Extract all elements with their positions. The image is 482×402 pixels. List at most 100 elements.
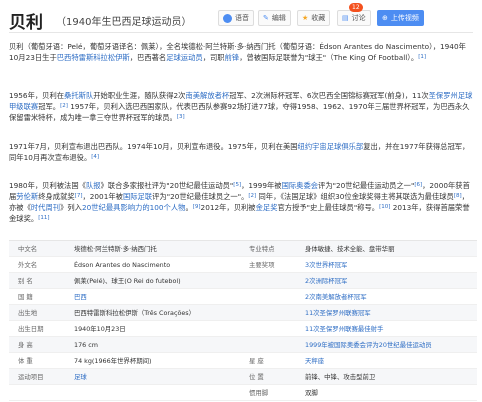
paragraph-text: 评为"20世纪最佳球员之一"。 — [152, 192, 249, 201]
citation-link[interactable]: [4] — [91, 154, 99, 160]
paragraph-text: 》联合多家报社评为"20世纪最佳运动员" — [100, 181, 234, 190]
citation-link[interactable]: [5] — [233, 182, 241, 188]
article-link[interactable]: 劳伦斯 — [16, 192, 38, 201]
infobox-key: 别 名 — [18, 277, 33, 285]
infobox-row: 别 名 佩莱(Pelé)、球王(O Rei do futebol) 2次洲际杯冠军 — [9, 273, 477, 289]
paragraph-text: ，曾被国际足联誉为"球王"（The King Of Football）。 — [239, 53, 419, 62]
edit-label: 编辑 — [271, 14, 286, 22]
infobox-value[interactable]: 11次圣保罗州联赛冠军 — [305, 308, 477, 317]
paragraph-text: ，1999年被 — [241, 181, 282, 190]
article-link[interactable]: 足球运动员 — [166, 53, 202, 62]
article-link[interactable]: 南美解放者杯 — [185, 91, 229, 100]
infobox-value: 佩莱(Pelé)、球王(O Rei do futebol) — [74, 277, 181, 285]
speaker-icon — [223, 13, 232, 23]
infobox-value: 1940年10月23日 — [74, 325, 126, 333]
infobox-key: 位 置 — [249, 373, 264, 381]
favorite-button[interactable]: ★ 收藏 — [297, 10, 331, 26]
infobox-key: 出生地 — [18, 309, 38, 317]
article-link[interactable]: 前锋 — [225, 53, 240, 62]
paragraph-text: 》列入 — [60, 203, 82, 212]
article-link[interactable]: 金足奖 — [256, 203, 278, 212]
infobox-row: 运动项目 足球位 置 前锋、中锋、攻击型前卫 — [9, 369, 477, 385]
article-link[interactable]: 国际足联 — [123, 192, 152, 201]
infobox-value: 前锋、中锋、攻击型前卫 — [305, 373, 376, 381]
citation-link[interactable]: [3] — [177, 114, 185, 120]
paragraph-text: 。 — [185, 203, 193, 212]
infobox-key: 中文名 — [18, 245, 38, 253]
paragraph-text: 终身成就奖 — [38, 192, 75, 201]
paragraph-text: 冠军。 — [38, 102, 61, 111]
infobox-key: 惯用脚 — [249, 389, 269, 397]
infobox-row: 中文名 埃德松·阿兰特斯·多·纳西门托 专业特点 身体敏捷、技术全能、盘带华丽 — [9, 241, 477, 257]
infobox-value[interactable]: 足球 — [74, 372, 249, 381]
plus-icon: ⊕ — [382, 14, 388, 22]
paragraph-text: ，司职 — [202, 53, 225, 62]
infobox-value[interactable]: 1999年被国际奥委会评为20世纪最佳运动员 — [305, 340, 477, 349]
discuss-count-badge: 12 — [349, 3, 363, 12]
citation-link[interactable]: [1] — [418, 54, 426, 60]
citation-link[interactable]: [8] — [454, 193, 462, 199]
paragraph-text: 1980年，贝利被法国《 — [9, 181, 86, 190]
infobox-row: 外文名 Édson Arantes do Nascimento 主要奖项 3次世界杯冠… — [9, 257, 477, 273]
paragraph-text: 评为"20世纪最佳运动员之一" — [318, 181, 415, 190]
paragraph-text: 冠军、2次洲际杯冠军、6次巴西全国锦标赛冠军(前身)，11次 — [229, 91, 429, 100]
infobox-value[interactable]: 2次洲际杯冠军 — [305, 276, 477, 285]
infobox-row: 惯用脚 双脚 — [9, 385, 477, 401]
voice-label: 语音 — [235, 14, 249, 22]
infobox-key: 主要奖项 — [249, 261, 275, 269]
infobox-value: 巴西特雷斯科拉松伊斯（Três Corações） — [74, 309, 196, 317]
infobox-value: 双脚 — [305, 389, 318, 397]
citation-link[interactable]: [2] — [60, 103, 68, 109]
paragraph-text: 2012年，贝利被 — [200, 203, 256, 212]
infobox-row: 出生地 巴西特雷斯科拉松伊斯（Três Corações） 11次圣保罗州联赛冠军 — [9, 305, 477, 321]
edit-button[interactable]: ✎ 编辑 — [258, 10, 291, 26]
paragraph-text: 官方授予"史上最佳球员"称号。 — [277, 203, 380, 212]
infobox-row: 体 重 74 kg(1966年世界杯期间) 星 座 天秤座 — [9, 353, 477, 369]
voice-button[interactable]: 语音 — [218, 10, 254, 26]
infobox-table: 中文名 埃德松·阿兰特斯·多·纳西门托 专业特点 身体敏捷、技术全能、盘带华丽外文名 É… — [9, 240, 477, 401]
upload-video-button[interactable]: ⊕ 上传视频 — [377, 10, 424, 26]
infobox-key: 外文名 — [18, 261, 38, 269]
pencil-icon: ✎ — [263, 14, 269, 22]
article-link[interactable]: 时代周刊 — [31, 203, 60, 212]
article-link[interactable]: 巴西特雷斯科拉松伊斯 — [57, 53, 130, 62]
infobox-key: 体 重 — [18, 357, 33, 365]
infobox-value[interactable]: 天秤座 — [305, 356, 477, 365]
infobox-value[interactable]: 11次圣保罗州联赛最佳射手 — [305, 324, 477, 333]
paragraph-text: 1956年，贝利在 — [9, 91, 65, 100]
infobox-row: 出生日期 1940年10月23日 11次圣保罗州联赛最佳射手 — [9, 321, 477, 337]
article-link[interactable]: 纽约宇宙足球俱乐部 — [298, 142, 364, 151]
paragraph-text: ，巴西著名 — [129, 53, 167, 62]
infobox-value[interactable]: 巴西 — [74, 292, 249, 301]
chat-icon: ▤ — [342, 14, 349, 22]
header-divider — [9, 32, 473, 33]
discuss-button[interactable]: ▤ 讨论 — [337, 10, 371, 26]
infobox-value: 176 cm — [74, 340, 98, 349]
page-title: 贝利 — [9, 13, 43, 33]
paragraph-text: 开始职业生涯，随队获得2次 — [93, 91, 186, 100]
citation-link[interactable]: [10] — [379, 204, 390, 210]
article-link[interactable]: 桑托斯队 — [64, 91, 93, 100]
paragraph-text: 同年，《法国足球》组织30位金球奖得主将其联选为最佳球员 — [256, 192, 454, 201]
infobox-row: 国 籍 巴西 2次南美解放者杯冠军 — [9, 289, 477, 305]
infobox-value: Édson Arantes do Nascimento — [74, 260, 171, 269]
infobox-key: 国 籍 — [18, 293, 33, 301]
infobox-key: 出生日期 — [18, 325, 44, 333]
infobox-value: 74 kg(1966年世界杯期间) — [74, 357, 152, 365]
infobox-key: 运动项目 — [18, 373, 44, 381]
infobox-value: 身体敏捷、技术全能、盘带华丽 — [305, 245, 395, 253]
article-link[interactable]: 国际奥委会 — [282, 181, 318, 190]
page-subtitle: （1940年生巴西足球运动员） — [56, 17, 192, 28]
article-link[interactable]: 队报 — [86, 181, 101, 190]
favorite-label: 收藏 — [311, 14, 326, 22]
citation-link[interactable]: [6] — [414, 182, 422, 188]
upload-label: 上传视频 — [390, 14, 419, 22]
paragraph-text: 1957年，贝利入选巴西国家队，代表巴西队参赛92场打进77球，夺得1958、1… — [9, 102, 470, 122]
infobox-value[interactable]: 3次世界杯冠军 — [305, 260, 477, 269]
infobox-value[interactable]: 2次南美解放者杯冠军 — [305, 292, 477, 301]
article-link[interactable]: 20世纪最具影响力的100个人物 — [82, 203, 185, 212]
citation-link[interactable]: [9] — [193, 204, 201, 210]
discuss-label: 讨论 — [351, 14, 366, 22]
citation-link[interactable]: [11] — [38, 215, 49, 221]
infobox-row: 身 高 176 cm 1999年被国际奥委会评为20世纪最佳运动员 — [9, 337, 477, 353]
